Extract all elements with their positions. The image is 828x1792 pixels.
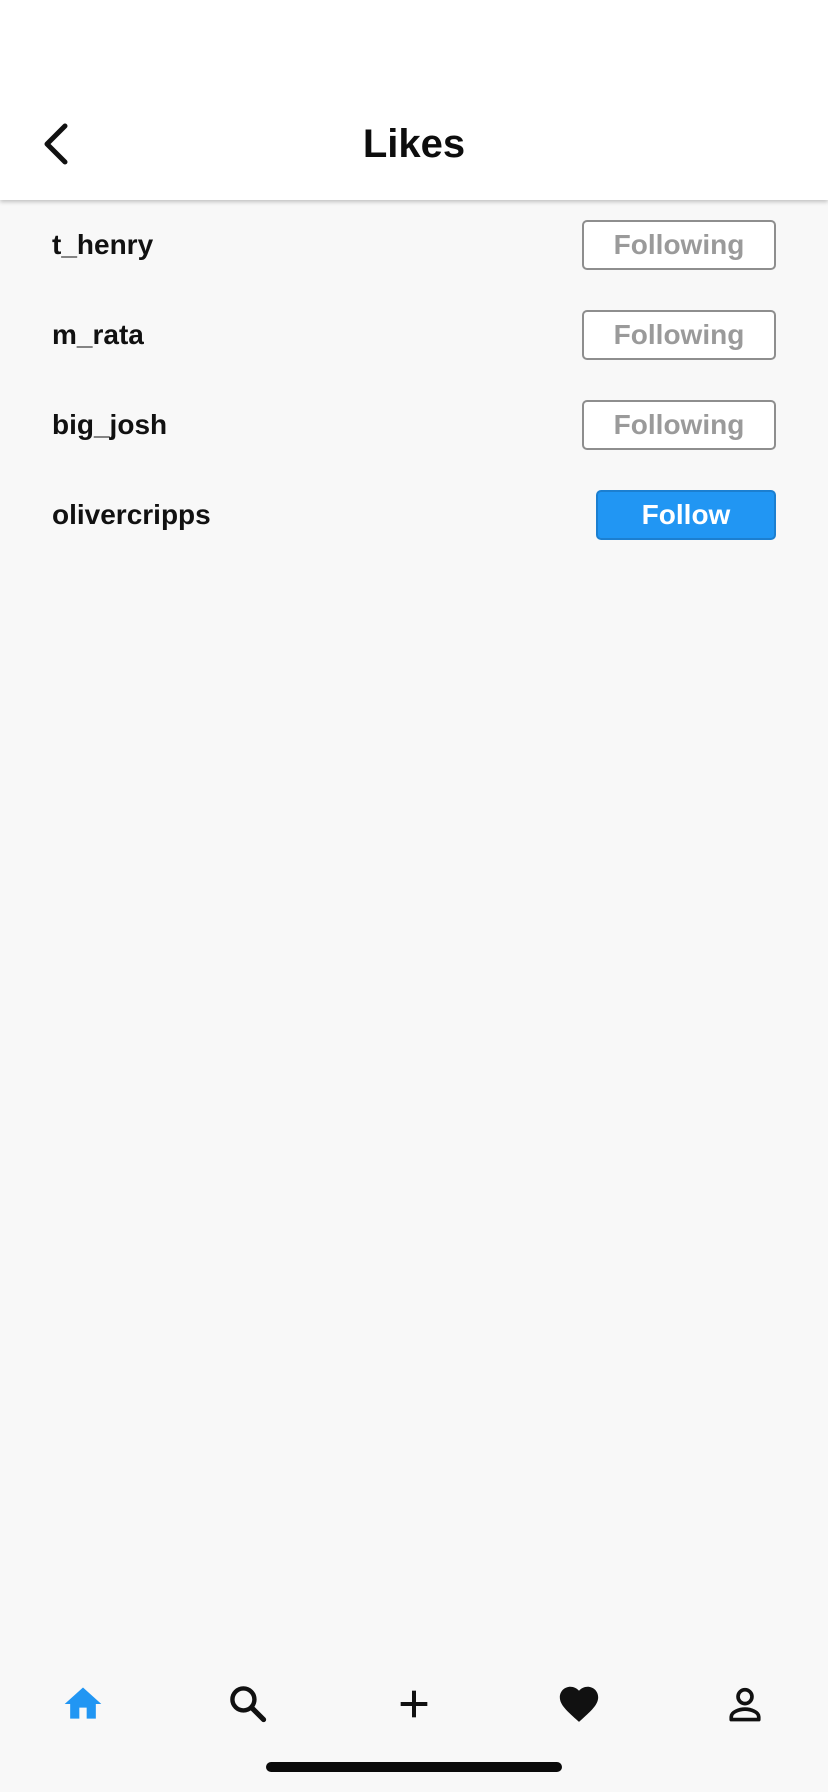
username[interactable]: olivercripps xyxy=(52,494,211,536)
username[interactable]: t_henry xyxy=(52,224,153,266)
tab-search[interactable] xyxy=(218,1676,278,1732)
header: Likes xyxy=(0,0,828,200)
tab-activity[interactable] xyxy=(549,1676,609,1732)
tab-bar xyxy=(0,1660,828,1744)
home-icon xyxy=(64,1687,102,1719)
username[interactable]: big_josh xyxy=(52,404,167,446)
home-indicator xyxy=(266,1762,562,1772)
follow-button[interactable]: Follow xyxy=(596,490,776,540)
page-title: Likes xyxy=(362,122,466,166)
following-button[interactable]: Following xyxy=(582,400,776,450)
list-item: m_rata Following xyxy=(0,290,828,380)
tab-create[interactable] xyxy=(384,1676,444,1732)
heart-icon xyxy=(559,1686,599,1722)
list-item: big_josh Following xyxy=(0,380,828,470)
tab-profile[interactable] xyxy=(715,1676,775,1732)
plus-icon xyxy=(400,1690,428,1718)
tab-home[interactable] xyxy=(53,1676,113,1732)
person-icon xyxy=(729,1687,761,1722)
list-item: t_henry Following xyxy=(0,200,828,290)
search-icon xyxy=(230,1686,267,1723)
following-button[interactable]: Following xyxy=(582,220,776,270)
username[interactable]: m_rata xyxy=(52,314,144,356)
list-item: olivercripps Follow xyxy=(0,470,828,560)
following-button[interactable]: Following xyxy=(582,310,776,360)
